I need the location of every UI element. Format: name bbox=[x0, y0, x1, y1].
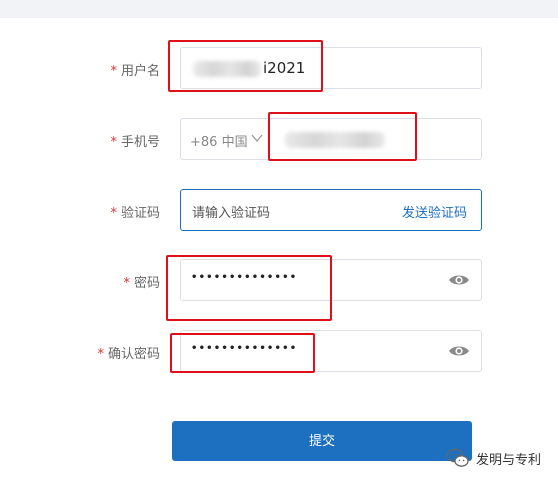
annotation-box-confirm bbox=[170, 333, 315, 373]
confirm-password-label: * 确认密码 bbox=[97, 347, 160, 362]
submit-button[interactable]: 提交 bbox=[172, 421, 472, 461]
required-mark: * bbox=[110, 64, 117, 79]
top-strip bbox=[0, 0, 558, 18]
chevron-down-icon bbox=[251, 134, 263, 143]
annotation-box-password bbox=[166, 255, 332, 321]
watermark: 发明与专利 bbox=[446, 446, 541, 470]
verify-code-field[interactable]: 请输入验证码 发送验证码 bbox=[180, 189, 482, 231]
username-label: * 用户名 bbox=[110, 64, 160, 79]
annotation-box-username bbox=[168, 40, 323, 92]
country-code-select[interactable]: +86 中国 bbox=[181, 119, 271, 159]
password-label: * 密码 bbox=[123, 276, 160, 291]
eye-icon[interactable] bbox=[448, 344, 470, 358]
wechat-icon bbox=[446, 448, 469, 467]
phone-label: * 手机号 bbox=[110, 135, 160, 150]
country-code-value: +86 中国 bbox=[190, 135, 248, 150]
verify-label: * 验证码 bbox=[110, 206, 160, 221]
watermark-text: 发明与专利 bbox=[476, 452, 542, 468]
annotation-box-phone bbox=[268, 112, 417, 161]
verify-code-placeholder: 请输入验证码 bbox=[192, 206, 271, 221]
eye-icon[interactable] bbox=[448, 273, 470, 287]
send-code-link[interactable]: 发送验证码 bbox=[402, 202, 467, 221]
